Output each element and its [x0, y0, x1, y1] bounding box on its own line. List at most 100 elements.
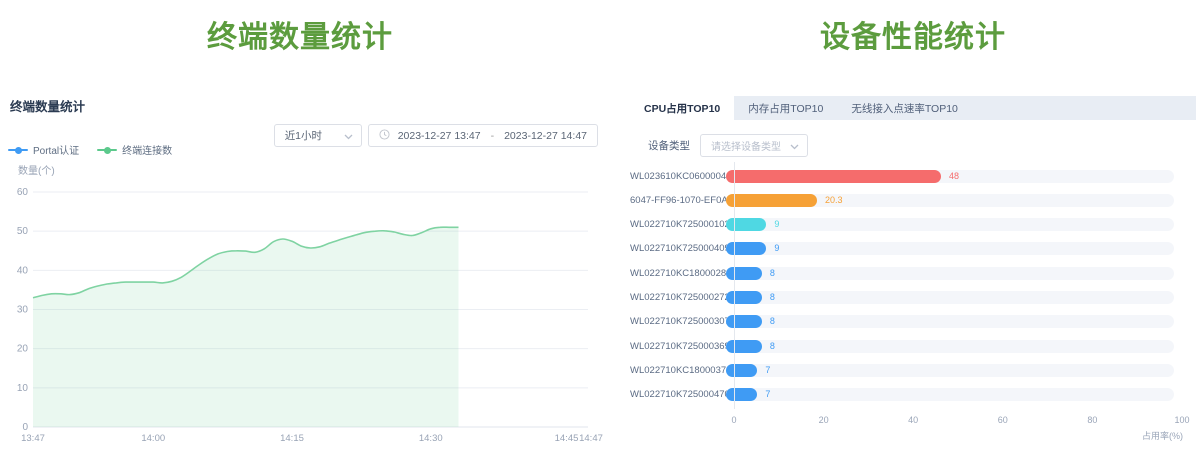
- legend-item-terminal-connections[interactable]: 终端连接数: [97, 142, 172, 157]
- time-range-select[interactable]: 近1小时: [274, 124, 362, 147]
- bar-row: WL022710KC18000372 7: [630, 360, 1196, 380]
- bar-value: 9: [774, 243, 779, 254]
- bar-track: 8: [726, 291, 1174, 304]
- chart-controls: 近1小时 2023-12-27 13:47 - 2023-12-27 14:47: [274, 124, 598, 147]
- left-section-title: 终端数量统计: [0, 18, 600, 58]
- device-serial-label: WL023610KC06000043: [630, 171, 726, 182]
- terminal-count-panel: 终端数量统计 近1小时 2023-12-27 13:47 - 2023-12-2…: [0, 88, 610, 456]
- legend-label: Portal认证: [33, 142, 79, 157]
- performance-tabbar: CPU占用TOP10 内存占用TOP10 无线接入点速率TOP10: [630, 96, 1196, 120]
- device-serial-label: WL022710K725000369: [630, 341, 726, 352]
- date-range-separator: -: [491, 130, 495, 142]
- bar-value: 9: [774, 219, 779, 230]
- date-range-end[interactable]: 2023-12-27 14:47: [504, 130, 587, 142]
- panel-title: 终端数量统计: [10, 96, 85, 115]
- device-serial-label: WL022710K725000307: [630, 316, 726, 327]
- bar-track: 9: [726, 218, 1174, 231]
- device-performance-panel: CPU占用TOP10 内存占用TOP10 无线接入点速率TOP10 设备类型 请…: [630, 96, 1196, 456]
- bar[interactable]: [726, 315, 762, 328]
- bar-track: 7: [726, 388, 1174, 401]
- bar-value: 8: [770, 341, 775, 352]
- bar[interactable]: [726, 364, 757, 377]
- device-serial-label: WL022710K725000272: [630, 292, 726, 303]
- bar-value: 48: [949, 171, 959, 182]
- bar[interactable]: [726, 291, 762, 304]
- y-tick-label: 30: [17, 305, 29, 316]
- x-tick-label: 14:30: [419, 433, 443, 444]
- date-range-picker[interactable]: 2023-12-27 13:47 - 2023-12-27 14:47: [368, 124, 598, 147]
- bar-track: 8: [726, 267, 1174, 280]
- dashboard: 终端数量统计 设备性能统计 终端数量统计 近1小时 2023-12-27 13:…: [0, 0, 1200, 456]
- x-tick-label: 40: [908, 415, 918, 425]
- bar[interactable]: [726, 170, 941, 183]
- cpu-usage-bar-chart: WL023610KC06000043 48 6047-FF96-1070-EF0A 2…: [630, 162, 1196, 452]
- bar-value: 7: [765, 389, 770, 400]
- bar-row: WL022710K725000272 8: [630, 288, 1196, 308]
- right-section-title: 设备性能统计: [630, 18, 1196, 58]
- legend-line-dot-icon: [97, 146, 117, 154]
- x-tick-label: 14:00: [141, 433, 165, 444]
- device-serial-label: 6047-FF96-1070-EF0A: [630, 195, 726, 206]
- bar-value: 8: [770, 268, 775, 279]
- bar[interactable]: [726, 340, 762, 353]
- clock-icon: [379, 127, 390, 145]
- terminal-count-area-chart: 数量(个) 0 10 20 30 40 50 60 13:47 14:00 14:15 14:30 14…: [0, 160, 610, 456]
- chevron-down-icon: [344, 127, 353, 145]
- device-type-placeholder: 请选择设备类型: [711, 138, 781, 153]
- bar[interactable]: [726, 388, 757, 401]
- chevron-down-icon: [790, 137, 799, 155]
- bar[interactable]: [726, 218, 766, 231]
- y-tick-label: 60: [17, 187, 29, 198]
- bar[interactable]: [726, 267, 762, 280]
- tab-cpu-top10[interactable]: CPU占用TOP10: [630, 96, 734, 120]
- legend-line-dot-icon: [8, 146, 28, 154]
- bar-axis-line: [734, 162, 735, 409]
- bar-row: WL023610KC06000043 48: [630, 166, 1196, 186]
- chart-legend: Portal认证 终端连接数: [8, 142, 172, 157]
- x-tick-label: 100: [1174, 415, 1189, 425]
- bar[interactable]: [726, 242, 766, 255]
- bar-track: 9: [726, 242, 1174, 255]
- y-axis-label: 数量(个): [18, 164, 55, 177]
- y-tick-label: 20: [17, 344, 29, 355]
- device-serial-label: WL022710K725000102: [630, 219, 726, 230]
- bar-value: 20.3: [825, 195, 843, 206]
- device-serial-label: WL022710K725000409: [630, 243, 726, 254]
- x-axis-label: 占用率(%): [1142, 429, 1183, 442]
- device-type-filter: 设备类型 请选择设备类型: [648, 134, 808, 157]
- legend-item-portal[interactable]: Portal认证: [8, 142, 79, 157]
- x-tick-label: 80: [1087, 415, 1097, 425]
- x-tick-label: 14:47: [579, 433, 603, 444]
- bar-row: WL022710K725000409 9: [630, 239, 1196, 259]
- tab-wireless-ap-rate-top10[interactable]: 无线接入点速率TOP10: [837, 96, 972, 120]
- y-tick-label: 40: [17, 265, 29, 276]
- device-type-select[interactable]: 请选择设备类型: [700, 134, 808, 157]
- time-range-value: 近1小时: [285, 128, 322, 143]
- bar[interactable]: [726, 194, 817, 207]
- y-tick-label: 10: [17, 383, 29, 394]
- bar-value: 8: [770, 316, 775, 327]
- bar-row: WL022710K725000369 8: [630, 336, 1196, 356]
- device-serial-label: WL022710K725000470: [630, 389, 726, 400]
- device-serial-label: WL022710KC18000372: [630, 365, 726, 376]
- bar-row: WL022710K725000470 7: [630, 385, 1196, 405]
- date-range-start[interactable]: 2023-12-27 13:47: [398, 130, 481, 142]
- x-tick-label: 20: [819, 415, 829, 425]
- x-tick-label: 14:15: [280, 433, 304, 444]
- x-tick-label: 13:47: [21, 433, 45, 444]
- legend-label: 终端连接数: [122, 142, 172, 157]
- y-tick-label: 0: [22, 422, 28, 433]
- bar-track: 8: [726, 340, 1174, 353]
- tab-memory-top10[interactable]: 内存占用TOP10: [734, 96, 837, 120]
- device-type-label: 设备类型: [648, 138, 690, 153]
- x-tick-label: 0: [731, 415, 736, 425]
- bar-value: 7: [765, 365, 770, 376]
- bar-track: 7: [726, 364, 1174, 377]
- bar-row: WL022710K725000102 9: [630, 215, 1196, 235]
- bar-track: 48: [726, 170, 1174, 183]
- bar-row: WL022710KC180002808: [630, 263, 1196, 283]
- bar-row: 6047-FF96-1070-EF0A 20.3: [630, 190, 1196, 210]
- y-tick-label: 50: [17, 226, 29, 237]
- x-tick-label: 60: [998, 415, 1008, 425]
- bar-value: 8: [770, 292, 775, 303]
